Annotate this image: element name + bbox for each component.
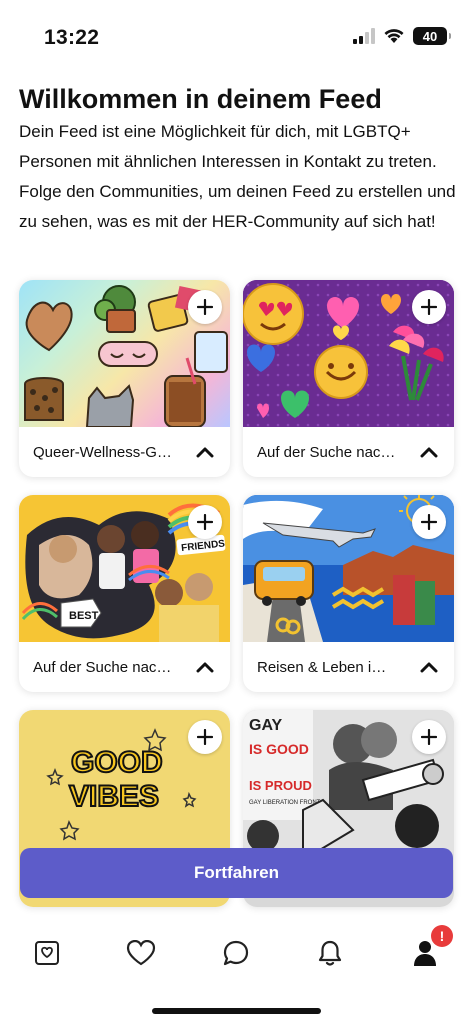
follow-community-button[interactable] bbox=[188, 505, 222, 539]
continue-button[interactable]: Fortfahren bbox=[20, 848, 453, 898]
page-title: Willkommen in deinem Feed bbox=[19, 84, 382, 114]
follow-community-button[interactable] bbox=[412, 505, 446, 539]
community-name: Queer-Wellness-G… bbox=[33, 443, 172, 461]
chevron-up-icon[interactable] bbox=[420, 661, 438, 673]
chat-bubble-icon bbox=[223, 940, 249, 966]
chevron-up-icon[interactable] bbox=[196, 661, 214, 673]
plus-icon bbox=[421, 514, 437, 530]
community-image bbox=[19, 280, 230, 427]
tab-profile[interactable]: ! bbox=[405, 925, 453, 973]
plus-icon bbox=[197, 729, 213, 745]
plus-icon bbox=[197, 514, 213, 530]
battery-icon: 40 bbox=[413, 27, 451, 45]
follow-community-button[interactable] bbox=[188, 720, 222, 754]
status-time: 13:22 bbox=[44, 26, 100, 49]
good-vibes-text-line2: VIBES bbox=[69, 780, 159, 813]
notification-badge: ! bbox=[431, 925, 453, 947]
community-card[interactable]: FRIENDS BEST Auf der Suche nac… bbox=[19, 495, 230, 692]
feed-icon bbox=[35, 941, 59, 965]
community-image bbox=[243, 280, 454, 427]
card-footer: Auf der Suche nac… bbox=[243, 427, 454, 477]
chevron-up-icon[interactable] bbox=[420, 446, 438, 458]
follow-community-button[interactable] bbox=[412, 720, 446, 754]
tab-messages[interactable] bbox=[216, 933, 256, 973]
community-name: Auf der Suche nac… bbox=[257, 443, 396, 461]
bottom-tab-bar: ! bbox=[0, 915, 473, 995]
plus-icon bbox=[197, 299, 213, 315]
heart-icon bbox=[126, 940, 156, 966]
chevron-up-icon[interactable] bbox=[196, 446, 214, 458]
follow-community-button[interactable] bbox=[412, 290, 446, 324]
plus-icon bbox=[421, 299, 437, 315]
status-bar: 13:22 40 bbox=[0, 0, 473, 70]
follow-community-button[interactable] bbox=[188, 290, 222, 324]
intro-text: Dein Feed ist eine Möglichkeit für dich,… bbox=[19, 122, 456, 231]
wifi-icon bbox=[384, 29, 404, 43]
community-card[interactable]: Reisen & Leben i… bbox=[243, 495, 454, 692]
good-vibes-text-line1: GOOD bbox=[71, 746, 163, 779]
gay-text: GAY bbox=[249, 717, 283, 734]
community-name: Reisen & Leben i… bbox=[257, 658, 387, 676]
community-image bbox=[243, 495, 454, 642]
status-icons: 40 bbox=[353, 27, 451, 45]
plus-icon bbox=[421, 729, 437, 745]
tab-feed[interactable] bbox=[27, 933, 67, 973]
community-image: FRIENDS BEST bbox=[19, 495, 230, 642]
is-good-text: IS GOOD bbox=[249, 741, 309, 757]
card-footer: Reisen & Leben i… bbox=[243, 642, 454, 692]
cellular-signal-icon bbox=[353, 28, 375, 44]
tab-likes[interactable] bbox=[121, 933, 161, 973]
liberation-text: GAY LIBERATION FRONT bbox=[249, 800, 321, 806]
bell-icon bbox=[318, 940, 342, 966]
community-name: Auf der Suche nac… bbox=[33, 658, 172, 676]
tab-notifications[interactable] bbox=[310, 933, 350, 973]
community-card[interactable]: Queer-Wellness-G… bbox=[19, 280, 230, 477]
best-sticker-text: BEST bbox=[69, 610, 99, 622]
home-indicator bbox=[152, 1008, 321, 1014]
is-proud-text: IS PROUD bbox=[249, 778, 312, 793]
card-footer: Queer-Wellness-G… bbox=[19, 427, 230, 477]
community-card[interactable]: Auf der Suche nac… bbox=[243, 280, 454, 477]
card-footer: Auf der Suche nac… bbox=[19, 642, 230, 692]
